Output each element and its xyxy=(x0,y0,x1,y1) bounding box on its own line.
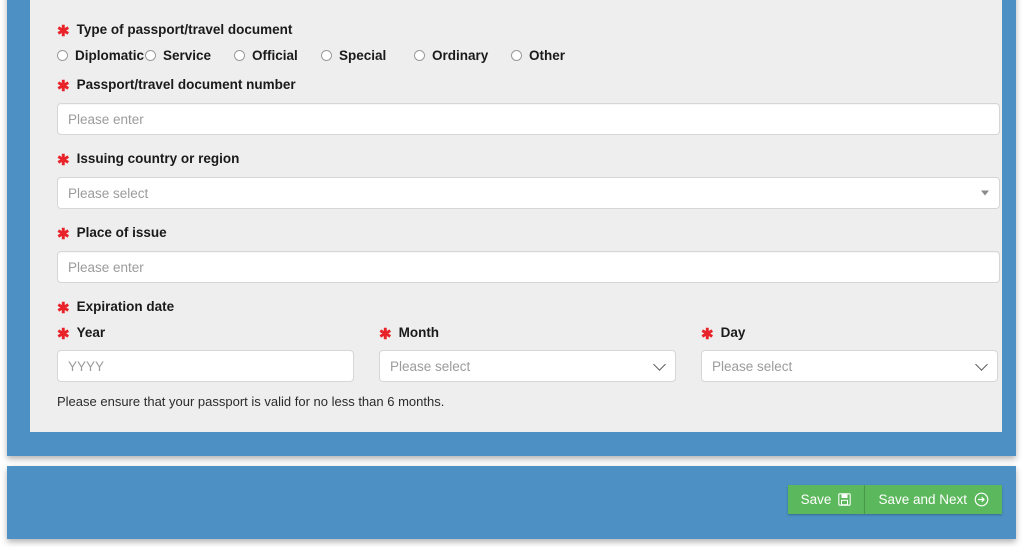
label-expiration-date: ✱ Expiration date xyxy=(57,299,980,314)
save-button[interactable]: Save xyxy=(788,485,866,514)
passport-type-radio-group: Diplomatic Service Official Special xyxy=(57,48,980,63)
label-type-of-passport: ✱ Type of passport/travel document xyxy=(57,22,980,37)
expiration-date-row: ✱ Year YYYY ✱ Month Please se xyxy=(57,325,980,382)
select-placeholder: Please select xyxy=(712,359,792,374)
radio-option-special[interactable]: Special xyxy=(321,48,414,63)
label-document-number: ✱ Passport/travel document number xyxy=(57,77,980,92)
radio-circle-icon[interactable] xyxy=(57,50,68,61)
required-asterisk-icon: ✱ xyxy=(57,227,70,242)
floppy-disk-icon xyxy=(838,493,851,506)
label-text: Expiration date xyxy=(77,300,175,314)
arrow-right-circle-icon xyxy=(974,492,989,507)
label-text: Passport/travel document number xyxy=(77,78,296,92)
radio-label: Service xyxy=(163,48,211,63)
radio-label: Diplomatic xyxy=(75,48,144,63)
label-text: Year xyxy=(77,326,106,340)
label-text: Month xyxy=(399,326,439,340)
required-asterisk-icon: ✱ xyxy=(701,327,714,342)
label-text: Type of passport/travel document xyxy=(77,23,293,37)
input-placeholder: Please enter xyxy=(68,112,144,127)
save-button-label: Save xyxy=(801,492,832,507)
document-number-input[interactable]: Please enter xyxy=(57,103,1000,135)
label-day: ✱ Day xyxy=(701,325,998,340)
expiration-month-group: ✱ Month Please select xyxy=(379,325,676,382)
required-asterisk-icon: ✱ xyxy=(57,153,70,168)
input-placeholder: YYYY xyxy=(68,359,104,374)
required-asterisk-icon: ✱ xyxy=(379,327,392,342)
passport-section-card: Passport ✱ Type of passport/travel docum… xyxy=(7,0,1016,456)
radio-option-ordinary[interactable]: Ordinary xyxy=(414,48,511,63)
radio-option-diplomatic[interactable]: Diplomatic xyxy=(57,48,145,63)
radio-label: Ordinary xyxy=(432,48,488,63)
radio-circle-icon[interactable] xyxy=(414,50,425,61)
required-asterisk-icon: ✱ xyxy=(57,327,70,342)
radio-circle-icon[interactable] xyxy=(511,50,522,61)
caret-down-icon[interactable] xyxy=(981,191,989,196)
month-select[interactable]: Please select xyxy=(379,350,676,382)
label-month: ✱ Month xyxy=(379,325,676,340)
chevron-down-icon[interactable] xyxy=(975,358,988,371)
save-and-next-button[interactable]: Save and Next xyxy=(865,485,1002,514)
day-select[interactable]: Please select xyxy=(701,350,998,382)
label-text: Issuing country or region xyxy=(77,152,240,166)
select-placeholder: Please select xyxy=(68,186,148,201)
issuing-country-select[interactable]: Please select xyxy=(57,177,1000,209)
radio-label: Special xyxy=(339,48,386,63)
chevron-down-icon[interactable] xyxy=(653,358,666,371)
required-asterisk-icon: ✱ xyxy=(57,79,70,94)
year-input[interactable]: YYYY xyxy=(57,350,354,382)
expiration-year-group: ✱ Year YYYY xyxy=(57,325,354,382)
passport-form-body: ✱ Type of passport/travel document Diplo… xyxy=(30,0,1002,432)
radio-option-service[interactable]: Service xyxy=(145,48,234,63)
label-year: ✱ Year xyxy=(57,325,354,340)
radio-label: Other xyxy=(529,48,565,63)
passport-form-page: Passport ✱ Type of passport/travel docum… xyxy=(0,0,1024,547)
radio-circle-icon[interactable] xyxy=(234,50,245,61)
select-placeholder: Please select xyxy=(390,359,470,374)
label-issuing-country: ✱ Issuing country or region xyxy=(57,151,980,166)
save-and-next-button-label: Save and Next xyxy=(878,492,967,507)
passport-validity-helper-text: Please ensure that your passport is vali… xyxy=(57,394,980,409)
action-buttons-group: Save Save and Next xyxy=(788,485,1002,514)
radio-circle-icon[interactable] xyxy=(145,50,156,61)
form-action-bar: Save Save and Next xyxy=(7,466,1016,539)
radio-option-official[interactable]: Official xyxy=(234,48,321,63)
place-of-issue-input[interactable]: Please enter xyxy=(57,251,1000,283)
label-place-of-issue: ✱ Place of issue xyxy=(57,225,980,240)
radio-circle-icon[interactable] xyxy=(321,50,332,61)
label-text: Place of issue xyxy=(77,226,167,240)
required-asterisk-icon: ✱ xyxy=(57,301,70,316)
label-text: Day xyxy=(721,326,746,340)
required-asterisk-icon: ✱ xyxy=(57,24,70,39)
input-placeholder: Please enter xyxy=(68,260,144,275)
radio-option-other[interactable]: Other xyxy=(511,48,565,63)
radio-label: Official xyxy=(252,48,298,63)
expiration-day-group: ✱ Day Please select xyxy=(701,325,998,382)
